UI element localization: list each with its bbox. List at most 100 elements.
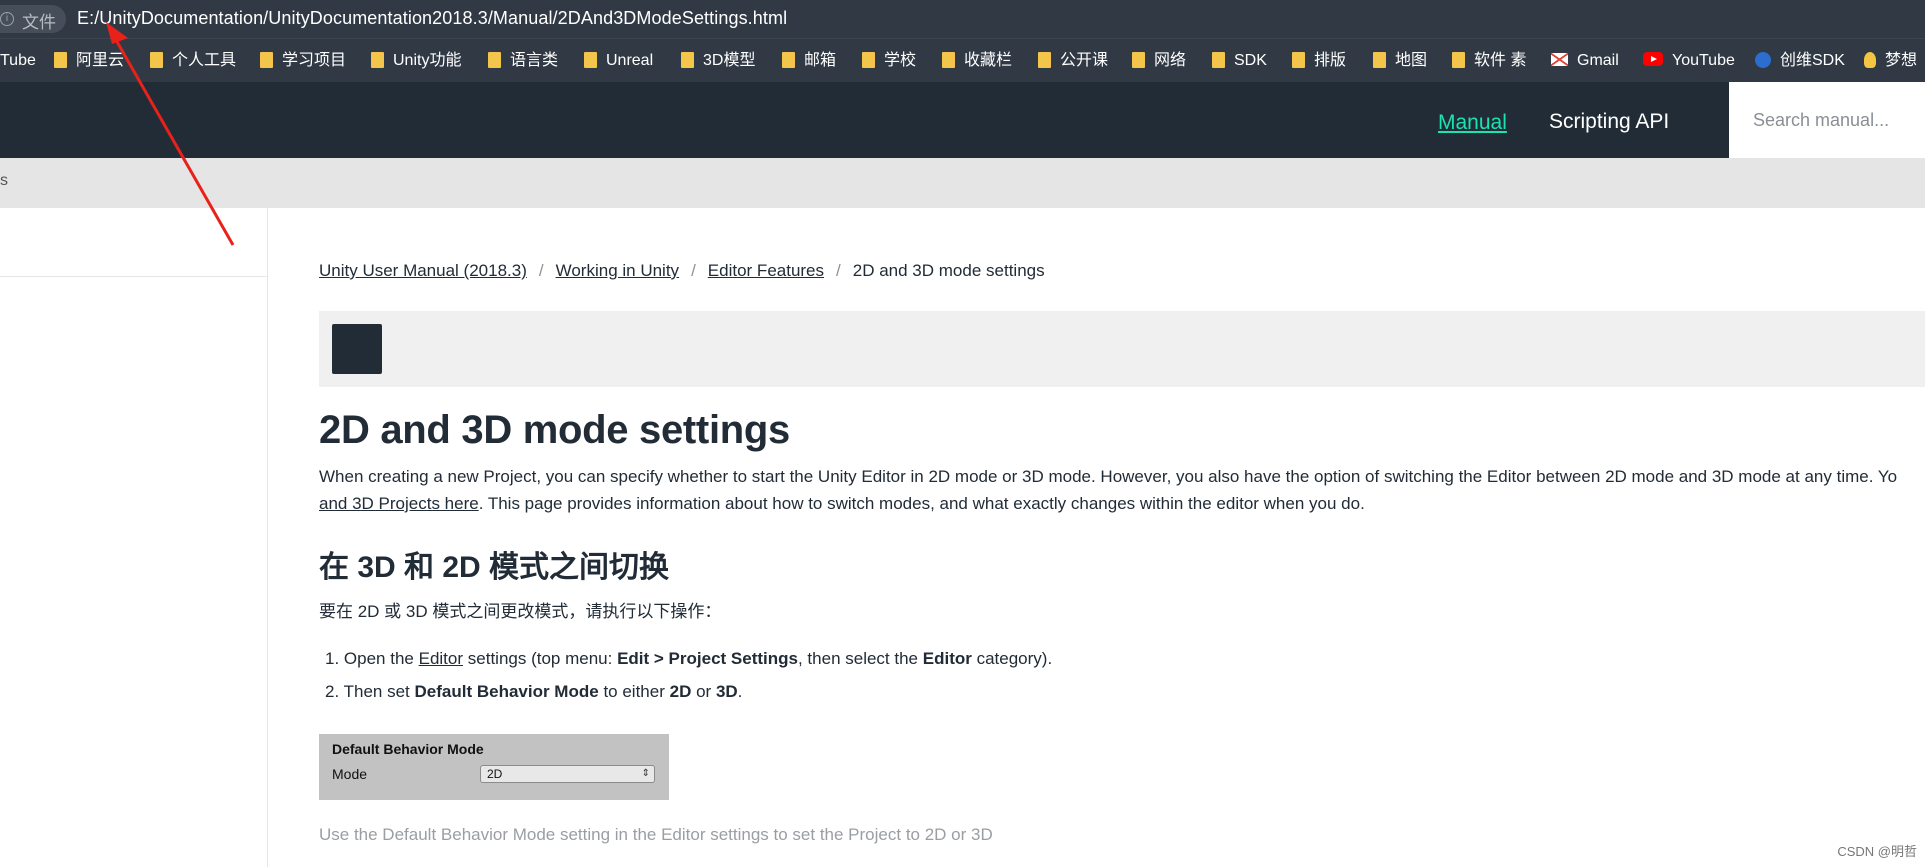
- page-toolbar: [319, 311, 1925, 387]
- setting-name-text: Default Behavior Mode: [414, 682, 599, 701]
- bookmark-label: 梦想: [1885, 52, 1918, 69]
- bookmark-item[interactable]: YouTube: [1643, 51, 1735, 71]
- bookmark-item[interactable]: 3D模型: [681, 51, 755, 71]
- bookmark-label: Tube: [0, 52, 36, 69]
- folder-icon: [488, 52, 501, 68]
- nav-scripting-api-link[interactable]: Scripting API: [1549, 110, 1669, 134]
- url-text[interactable]: E:/UnityDocumentation/UnityDocumentation…: [77, 8, 787, 29]
- folder-icon: [862, 52, 875, 68]
- settings-image-mode-label: Mode: [332, 766, 368, 782]
- bookmark-item[interactable]: 收藏栏: [942, 51, 1012, 71]
- folder-icon: [54, 52, 67, 68]
- nav-manual-link[interactable]: Manual: [1438, 111, 1507, 135]
- bookmark-label: Unreal: [606, 52, 654, 69]
- bookmark-label: SDK: [1234, 52, 1267, 69]
- bookmark-item[interactable]: 阿里云: [54, 51, 124, 71]
- option-2d-text: 2D: [669, 682, 692, 701]
- bookmark-item[interactable]: SDK: [1212, 51, 1267, 71]
- menu-path-text: Edit > Project Settings: [617, 649, 798, 668]
- step-number: 1.: [325, 649, 340, 668]
- bookmark-item[interactable]: 邮箱: [782, 51, 836, 71]
- intro-line-1: When creating a new Project, you can spe…: [319, 467, 1898, 486]
- toolbar-square-button[interactable]: [332, 324, 382, 374]
- folder-icon: [371, 52, 384, 68]
- breadcrumb-separator: /: [691, 261, 696, 280]
- step-text: .: [737, 682, 743, 701]
- intro-paragraph: When creating a new Project, you can spe…: [319, 463, 1925, 517]
- step-text: category).: [976, 649, 1053, 668]
- settings-image-title: Default Behavior Mode: [332, 741, 484, 757]
- search-input[interactable]: [1729, 82, 1925, 158]
- breadcrumb-link-manual[interactable]: Unity User Manual (2018.3): [319, 261, 527, 280]
- breadcrumb-current: 2D and 3D mode settings: [852, 261, 1045, 280]
- bookmark-item[interactable]: 语言类: [488, 51, 558, 71]
- bookmark-label: 个人工具: [172, 52, 237, 69]
- watermark: CSDN @明哲: [1837, 844, 1917, 859]
- bookmark-label: Gmail: [1577, 52, 1619, 69]
- step-text: , then select the: [797, 649, 919, 668]
- bookmark-item[interactable]: 个人工具: [150, 51, 236, 71]
- steps-list: 1. Open the Editor settings (top menu: E…: [319, 642, 1052, 708]
- step-text: settings (top menu:: [467, 649, 613, 668]
- bookmark-item[interactable]: 软件 素: [1452, 51, 1526, 71]
- section-intro: 要在 2D 或 3D 模式之间更改模式，请执行以下操作：: [319, 602, 722, 621]
- page-title: 2D and 3D mode settings: [319, 408, 790, 452]
- bookmark-item[interactable]: 学习项目: [260, 51, 346, 71]
- bookmark-item[interactable]: Unity功能: [371, 51, 461, 71]
- breadcrumb-link-working-in-unity[interactable]: Working in Unity: [556, 261, 679, 280]
- bookmark-label: 语言类: [510, 52, 559, 69]
- list-item: 2. Then set Default Behavior Mode to eit…: [319, 675, 1052, 708]
- bookmark-item[interactable]: 地图: [1373, 51, 1427, 71]
- list-item: 1. Open the Editor settings (top menu: E…: [319, 642, 1052, 675]
- gmail-icon: [1551, 53, 1568, 66]
- bookmark-item[interactable]: Gmail: [1551, 51, 1619, 71]
- intro-link-2d-3d-projects[interactable]: and 3D Projects here: [319, 494, 479, 513]
- sidebar-divider: [0, 276, 267, 277]
- option-3d-text: 3D: [715, 682, 738, 701]
- sidebar: [0, 208, 268, 867]
- folder-icon: [260, 52, 273, 68]
- bookmark-item[interactable]: 学校: [862, 51, 916, 71]
- folder-icon: [1292, 52, 1305, 68]
- bookmark-item[interactable]: 排版: [1292, 51, 1346, 71]
- sub-header-band: s: [0, 158, 1925, 208]
- bookmarks-bar: Tube 阿里云 个人工具 学习项目 Unity功能 语言类 Unreal 3D模型 邮箱 学校 收…: [0, 38, 1925, 82]
- bookmark-label: Unity功能: [393, 52, 462, 69]
- info-icon[interactable]: i: [0, 12, 14, 26]
- bookmark-label: 排版: [1314, 52, 1347, 69]
- folder-icon: [1212, 52, 1225, 68]
- browser-address-bar[interactable]: i 文件 E:/UnityDocumentation/UnityDocument…: [0, 0, 1925, 38]
- editor-settings-link[interactable]: Editor: [419, 649, 463, 668]
- category-text: Editor: [922, 649, 972, 668]
- globe-icon: [1755, 52, 1771, 68]
- intro-line-2: . This page provides information about h…: [478, 494, 1365, 513]
- bookmark-item[interactable]: Unreal: [584, 51, 653, 71]
- step-text: Then set: [343, 682, 410, 701]
- bookmark-label: 3D模型: [703, 52, 756, 69]
- bookmark-label: 软件 素: [1474, 52, 1527, 69]
- breadcrumb-link-editor-features[interactable]: Editor Features: [708, 261, 824, 280]
- folder-icon: [1373, 52, 1386, 68]
- site-header: Manual Scripting API: [0, 82, 1925, 158]
- breadcrumb-separator: /: [538, 261, 544, 280]
- bookmark-item[interactable]: 公开课: [1038, 51, 1108, 71]
- section-heading: 在 3D 和 2D 模式之间切换: [319, 551, 670, 584]
- folder-icon: [1038, 52, 1051, 68]
- main-content: Unity User Manual (2018.3) / Working in Un…: [319, 208, 1925, 867]
- bookmark-item[interactable]: 梦想: [1864, 51, 1917, 71]
- bookmark-item[interactable]: 创维SDK: [1755, 51, 1845, 71]
- bookmark-label: 收藏栏: [964, 52, 1013, 69]
- bookmark-item[interactable]: Tube: [0, 51, 36, 71]
- bookmark-label: 学校: [884, 52, 917, 69]
- bookmark-label: 公开课: [1060, 52, 1109, 69]
- breadcrumb: Unity User Manual (2018.3) / Working in Un…: [319, 261, 1045, 281]
- step-number: 2.: [325, 682, 340, 701]
- folder-icon: [584, 52, 597, 68]
- bookmark-label: 地图: [1395, 52, 1428, 69]
- bookmark-item[interactable]: 网络: [1132, 51, 1186, 71]
- bookmark-label: 阿里云: [76, 52, 125, 69]
- settings-image-mode-dropdown: 2D ⇕: [480, 765, 655, 783]
- settings-screenshot-image: Default Behavior Mode Mode 2D ⇕: [319, 734, 669, 800]
- bookmark-label: 网络: [1154, 52, 1187, 69]
- image-caption: Use the Default Behavior Mode setting in…: [319, 825, 993, 844]
